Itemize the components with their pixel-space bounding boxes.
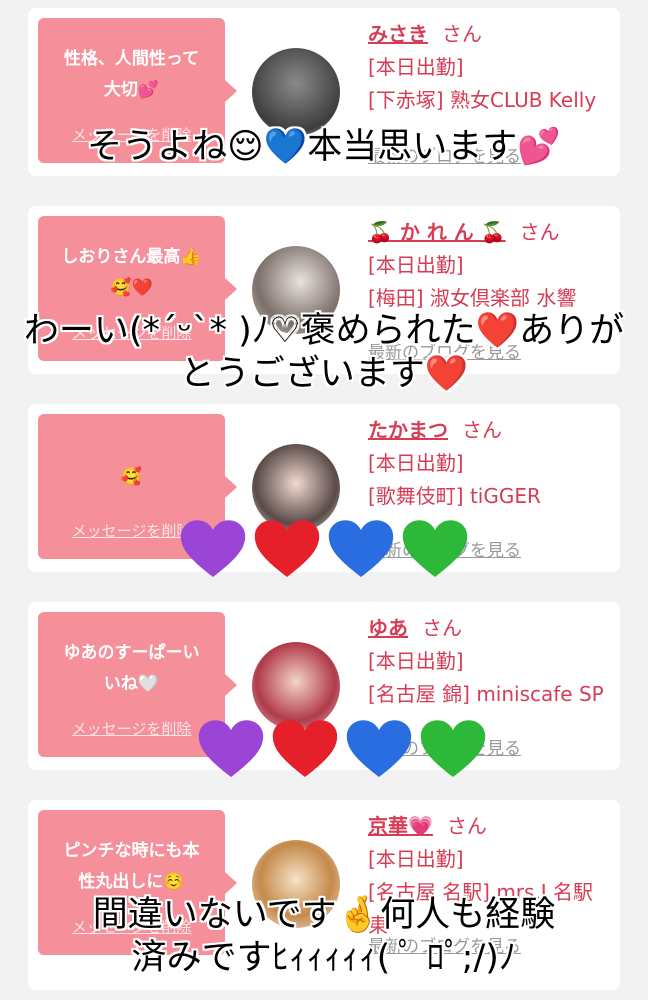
message-text: 性格、人間性って 大切💕 <box>63 49 200 100</box>
overlay-caption: 間違いないです🤞何人も経験 済みですﾋｨｨｨｨｨ( ﾟ ﾛﾟ;/)ﾉ <box>92 895 556 978</box>
cast-info: ゆあ さん [本日出勤] [名古屋 錦] miniscafe SP <box>368 612 608 711</box>
green-heart-icon <box>420 720 486 777</box>
blue-heart-icon <box>346 720 412 777</box>
honorific: さん <box>462 418 502 442</box>
honorific: さん <box>442 22 482 46</box>
heart-sticker-row <box>196 714 488 784</box>
message-text: しおりさん最高👍 🥰❤️ <box>61 247 202 298</box>
cast-name-link[interactable]: みさき <box>368 22 428 46</box>
red-heart-icon <box>272 720 338 777</box>
message-text: ピンチな時にも本 性丸出しに☺️ <box>63 841 200 892</box>
cast-name-link[interactable]: 京華💗 <box>368 814 433 838</box>
cast-info: 🍒 か れ ん 🍒 さん [本日出勤] [梅田] 淑女倶楽部 水響 <box>368 216 608 315</box>
honorific: さん <box>446 814 487 838</box>
shop-info: [本日出勤] [下赤塚] 熟女CLUB Kelly <box>368 55 597 112</box>
shop-info: [本日出勤] [歌舞伎町] tiGGER <box>368 451 541 508</box>
overlay-caption: そうよね😌💙本当思います💕 <box>87 127 561 167</box>
heart-sticker-row <box>178 514 470 584</box>
cast-name-link[interactable]: たかまつ <box>368 418 448 442</box>
message-text: 🥰 <box>120 467 143 487</box>
red-heart-icon <box>254 520 320 577</box>
message-text: ゆあのすーぱーい いね🤍 <box>63 643 200 694</box>
honorific: さん <box>422 616 462 640</box>
cast-name-link[interactable]: 🍒 か れ ん 🍒 <box>368 220 506 244</box>
cast-info: みさき さん [本日出勤] [下赤塚] 熟女CLUB Kelly <box>368 18 608 117</box>
cast-name-link[interactable]: ゆあ <box>368 616 408 640</box>
cast-info: たかまつ さん [本日出勤] [歌舞伎町] tiGGER <box>368 414 608 513</box>
honorific: さん <box>519 220 560 244</box>
purple-heart-icon <box>180 520 246 577</box>
shop-info: [本日出勤] [名古屋 錦] miniscafe SP <box>368 649 604 706</box>
green-heart-icon <box>402 520 468 577</box>
avatar[interactable] <box>252 48 340 136</box>
blue-heart-icon <box>328 520 394 577</box>
overlay-caption: わーい(*ˊᵕˋ* )ﾉ♡褒められた❤️ありが とうございます❤️ <box>23 311 625 394</box>
purple-heart-icon <box>198 720 264 777</box>
shop-info: [本日出勤] [梅田] 淑女倶楽部 水響 <box>368 253 577 310</box>
